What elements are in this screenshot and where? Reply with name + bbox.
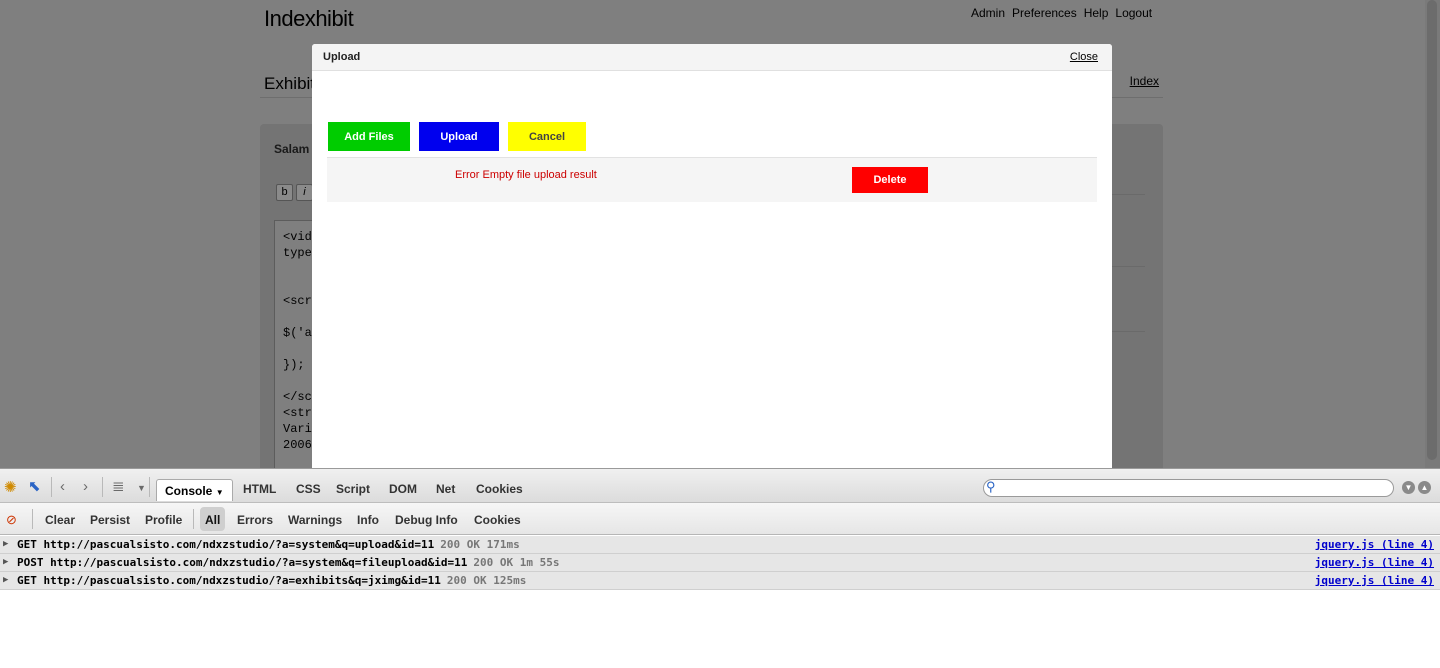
expand-arrow-icon[interactable]: ▶: [3, 539, 8, 549]
italic-button[interactable]: i: [296, 184, 313, 201]
add-files-button[interactable]: Add Files: [328, 122, 410, 151]
upload-button[interactable]: Upload: [419, 122, 499, 151]
list-icon[interactable]: ≣: [112, 479, 125, 495]
filter-errors[interactable]: Errors: [237, 513, 273, 527]
log-url: http://pascualsisto.com/ndxzstudio/?a=sy…: [50, 556, 468, 569]
delete-button[interactable]: Delete: [852, 167, 928, 193]
console-log-row[interactable]: ▶ POST http://pascualsisto.com/ndxzstudio…: [0, 554, 1440, 572]
detach-icon[interactable]: ▲: [1418, 481, 1431, 494]
log-source-link[interactable]: jquery.js (line 4): [1315, 556, 1434, 569]
nav-preferences[interactable]: Preferences: [1012, 6, 1077, 20]
log-method: GET: [17, 574, 37, 587]
editor-heading: Salam: [274, 142, 310, 156]
toolbar-separator: [193, 509, 194, 529]
scrollbar-thumb[interactable]: [1427, 0, 1437, 460]
filter-cookies[interactable]: Cookies: [474, 513, 521, 527]
log-status: 200 OK 171ms: [440, 538, 520, 551]
toolbar-separator: [51, 477, 52, 497]
filter-warnings[interactable]: Warnings: [288, 513, 342, 527]
nav-logout[interactable]: Logout: [1115, 6, 1152, 20]
site-title: Indexhibit: [264, 6, 354, 31]
chevron-down-icon[interactable]: ▼: [137, 480, 146, 496]
divider: [1112, 331, 1145, 332]
upload-error-message: Error Empty file upload result: [455, 169, 597, 181]
file-row: Error Empty file upload result Delete: [327, 157, 1097, 202]
filter-debug-info[interactable]: Debug Info: [395, 513, 458, 527]
top-nav: Admin Preferences Help Logout: [971, 6, 1152, 20]
modal-close-link[interactable]: Close: [1070, 51, 1098, 63]
modal-title: Upload: [323, 51, 361, 63]
tab-net[interactable]: Net: [436, 482, 455, 496]
console-log-row[interactable]: ▶ GET http://pascualsisto.com/ndxzstudio/…: [0, 536, 1440, 554]
chevron-down-icon: ▼: [215, 488, 224, 497]
log-method: POST: [17, 556, 44, 569]
log-status: 200 OK 1m 55s: [473, 556, 560, 569]
modal-header: Upload Close: [312, 44, 1112, 71]
log-status: 200 OK 125ms: [446, 574, 527, 587]
nav-help[interactable]: Help: [1084, 6, 1109, 20]
search-icon: ⚲: [986, 479, 996, 494]
upload-modal: Upload Close Add Files Upload Cancel Err…: [312, 44, 1112, 468]
exhibit-label: Exhibit: [264, 74, 316, 93]
search-input[interactable]: [1002, 481, 1387, 495]
log-url: http://pascualsisto.com/ndxzstudio/?a=sy…: [43, 538, 435, 551]
bold-button[interactable]: b: [276, 184, 293, 201]
log-method: GET: [17, 538, 37, 551]
filter-all[interactable]: All: [200, 507, 226, 531]
tab-script[interactable]: Script: [336, 482, 370, 496]
chevron-left-icon[interactable]: ‹: [60, 479, 65, 495]
persist-button[interactable]: Persist: [90, 513, 130, 527]
log-request: POST http://pascualsisto.com/ndxzstudio/…: [17, 556, 559, 569]
profile-button[interactable]: Profile: [145, 513, 182, 527]
firebug-search[interactable]: ⚲: [983, 479, 1394, 497]
console-log: ▶ GET http://pascualsisto.com/ndxzstudio/…: [0, 536, 1440, 590]
divider: [1112, 194, 1145, 195]
tab-cookies[interactable]: Cookies: [476, 482, 523, 496]
expand-arrow-icon[interactable]: ▶: [3, 557, 8, 567]
nav-admin[interactable]: Admin: [971, 6, 1005, 20]
console-toolbar: ⊘ Clear Persist Profile All Errors Warni…: [0, 503, 1440, 535]
log-request: GET http://pascualsisto.com/ndxzstudio/?…: [17, 538, 520, 551]
inspect-cursor-icon[interactable]: ⬉: [28, 479, 41, 495]
tab-html[interactable]: HTML: [243, 482, 276, 496]
divider: [1112, 266, 1145, 267]
tab-dom[interactable]: DOM: [389, 482, 417, 496]
toolbar-separator: [32, 509, 33, 529]
log-source-link[interactable]: jquery.js (line 4): [1315, 574, 1434, 587]
minimize-icon[interactable]: ▼: [1402, 481, 1415, 494]
tab-css[interactable]: CSS: [296, 482, 321, 496]
firebug-bug-icon[interactable]: ✺: [4, 480, 17, 496]
toolbar-separator: [102, 477, 103, 497]
log-url: http://pascualsisto.com/ndxzstudio/?a=ex…: [43, 574, 441, 587]
firebug-panel: ✺ ⬉ ‹ › ≣ ▼ Console ▼ HTML CSS Script DO…: [0, 468, 1440, 668]
tab-console-label: Console: [165, 484, 213, 498]
clear-button[interactable]: Clear: [45, 513, 75, 527]
index-link[interactable]: Index: [1130, 74, 1159, 88]
page-scrollbar[interactable]: [1425, 0, 1440, 468]
toolbar-separator: [149, 477, 150, 497]
tab-console[interactable]: Console ▼: [156, 479, 233, 501]
firebug-toolbar: ✺ ⬉ ‹ › ≣ ▼ Console ▼ HTML CSS Script DO…: [0, 469, 1440, 503]
log-request: GET http://pascualsisto.com/ndxzstudio/?…: [17, 574, 526, 587]
log-source-link[interactable]: jquery.js (line 4): [1315, 538, 1434, 551]
error-filter-icon[interactable]: ⊘: [6, 512, 17, 528]
cancel-button[interactable]: Cancel: [508, 122, 586, 151]
filter-info[interactable]: Info: [357, 513, 379, 527]
console-log-row[interactable]: ▶ GET http://pascualsisto.com/ndxzstudio/…: [0, 572, 1440, 590]
chevron-right-icon[interactable]: ›: [83, 479, 88, 495]
expand-arrow-icon[interactable]: ▶: [3, 575, 8, 585]
